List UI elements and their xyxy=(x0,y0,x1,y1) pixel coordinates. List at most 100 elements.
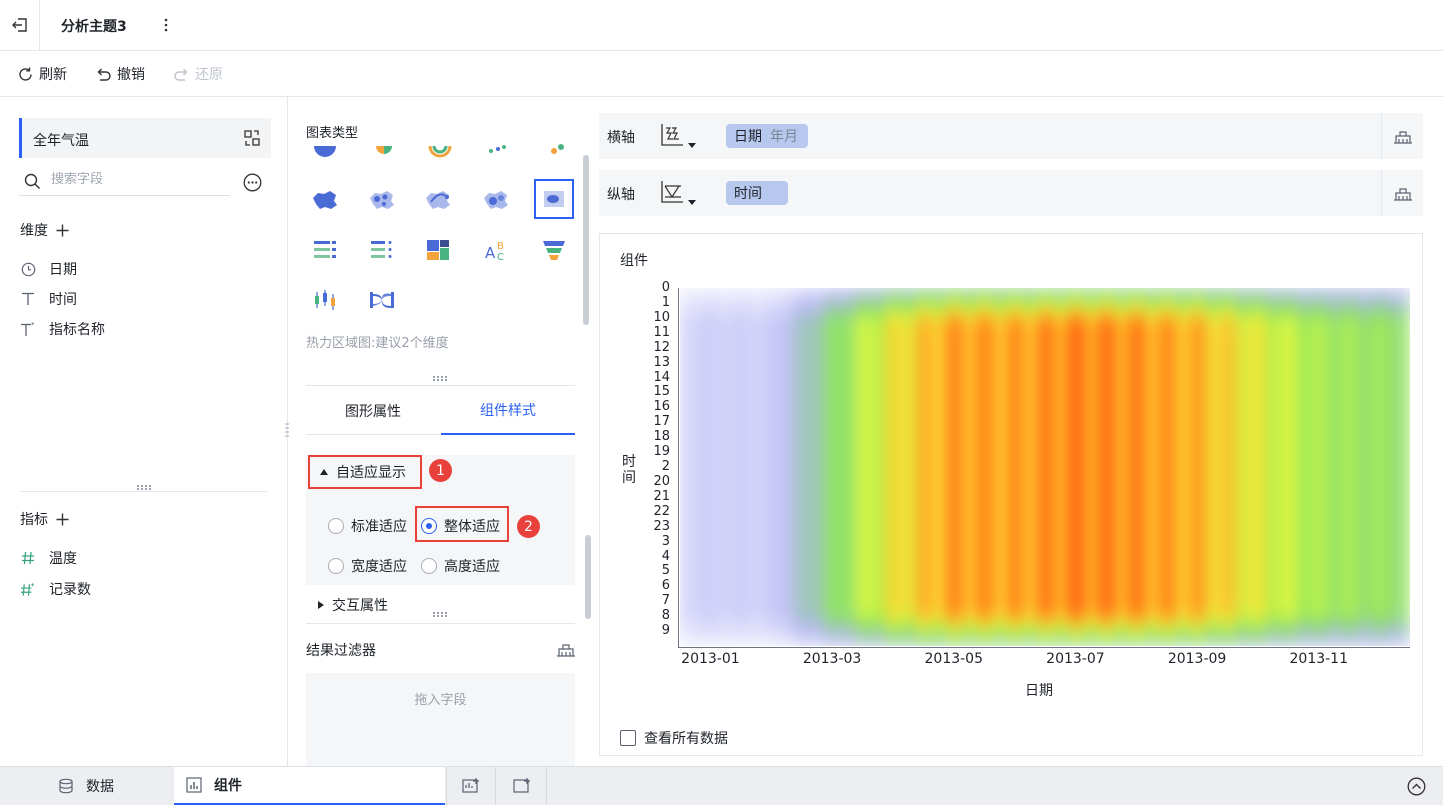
undo-button[interactable]: 撤销 xyxy=(95,65,145,83)
switch-dataset-icon[interactable] xyxy=(243,129,261,147)
redo-button[interactable]: 还原 xyxy=(173,65,223,83)
flow-map-icon[interactable] xyxy=(418,180,458,220)
collapse-button[interactable] xyxy=(1407,777,1426,796)
callout-badge: 2 xyxy=(517,515,540,538)
treemap-icon[interactable] xyxy=(418,230,458,270)
field-label: 指标名称 xyxy=(49,322,105,338)
y-axis-label: 时间 xyxy=(622,454,636,486)
heat-map-icon[interactable] xyxy=(476,180,516,220)
heatmap-plot-area[interactable] xyxy=(680,288,1410,646)
add-dimension-icon[interactable] xyxy=(56,224,69,237)
y-axis-shelf-label: 纵轴 xyxy=(607,187,635,203)
point-map-icon[interactable] xyxy=(362,180,402,220)
bubble-chart-icon[interactable] xyxy=(538,141,578,161)
y-axis-field-pill[interactable]: 时间 xyxy=(726,181,788,205)
tab-shape-properties[interactable]: 图形属性 xyxy=(306,386,440,435)
interaction-section-toggle[interactable]: 交互属性 xyxy=(318,595,388,615)
filter-settings-icon[interactable] xyxy=(556,640,576,658)
group-table-icon[interactable] xyxy=(362,230,402,270)
tab-data[interactable]: 数据 xyxy=(58,767,173,805)
x-axis-chart-switch[interactable] xyxy=(659,122,696,148)
x-tick-label: 2013-05 xyxy=(924,651,984,667)
filter-drop-zone[interactable]: 拖入字段 xyxy=(306,673,575,766)
radio-height-fit[interactable]: 高度适应 xyxy=(421,556,500,576)
dimension-field-date[interactable]: 日期 xyxy=(20,259,77,279)
field-label: 日期 xyxy=(49,262,77,278)
callout-badge: 1 xyxy=(429,459,452,482)
y-tick-label: 13 xyxy=(653,354,670,370)
drop-hint: 拖入字段 xyxy=(414,693,467,708)
add-measure-icon[interactable] xyxy=(56,513,69,526)
x-axis-settings[interactable] xyxy=(1381,113,1423,159)
x-axis-shelf-label: 横轴 xyxy=(607,130,635,146)
caret-down-icon xyxy=(320,469,328,475)
autofit-section-toggle[interactable]: 自适应显示 xyxy=(308,455,422,489)
style-scrollbar[interactable] xyxy=(585,535,591,619)
multi-pie-chart-icon[interactable] xyxy=(420,141,460,161)
chart-card: 组件 0 1 10 11 12 13 14 15 16 17 18 19 2 20 21 22 23 3 4 5 6 7 8… xyxy=(599,233,1423,756)
radio-icon xyxy=(328,558,344,574)
resize-handle[interactable] xyxy=(433,376,447,382)
dimension-field-time[interactable]: 时间 xyxy=(20,289,77,309)
axis-settings-icon xyxy=(1393,188,1412,201)
more-circle-icon[interactable] xyxy=(243,173,262,192)
radio-icon xyxy=(328,518,344,534)
x-tick-label: 2013-11 xyxy=(1289,651,1349,667)
add-dashboard-button[interactable] xyxy=(446,767,496,805)
caret-down-icon xyxy=(688,200,696,205)
radio-label: 宽度适应 xyxy=(351,559,407,575)
word-cloud-icon[interactable]: ABC xyxy=(476,230,516,270)
chart-type-title: 图表类型 xyxy=(306,126,359,141)
tab-component[interactable]: 组件 xyxy=(174,767,445,805)
heat-area-chart-icon[interactable] xyxy=(534,179,574,219)
pie-chart-icon[interactable] xyxy=(305,141,345,161)
measure-field-temperature[interactable]: 温度 xyxy=(20,548,77,568)
y-tick-label: 5 xyxy=(661,563,670,579)
y-axis-settings[interactable] xyxy=(1381,170,1423,216)
search-icon xyxy=(24,173,40,189)
dimensions-header: 维度 xyxy=(20,220,69,240)
resize-handle[interactable] xyxy=(433,612,447,618)
y-tick-label: 7 xyxy=(661,593,670,609)
detail-table-icon[interactable] xyxy=(305,230,345,270)
x-axis-field-pill[interactable]: 日期 年月 xyxy=(726,124,808,148)
search-input[interactable] xyxy=(51,172,221,187)
number-field-calc-icon: * xyxy=(20,581,36,597)
add-component-button[interactable] xyxy=(497,767,547,805)
add-component-icon xyxy=(512,778,530,793)
highlight-box xyxy=(415,506,509,542)
x-tick-label: 2013-07 xyxy=(1046,651,1105,667)
chart-config-panel: 图表类型 ABC 热力区域图:建议2个维度 图形属性 组件样式 自适应显示 1 … xyxy=(288,97,599,766)
y-axis-chart-switch[interactable] xyxy=(659,179,696,205)
more-options-button[interactable] xyxy=(158,15,174,35)
number-field-icon xyxy=(20,550,36,566)
tab-component-style[interactable]: 组件样式 xyxy=(441,386,575,435)
funnel-chart-icon[interactable] xyxy=(534,230,574,270)
y-tick-label: 8 xyxy=(661,608,670,624)
measure-field-record-count[interactable]: * 记录数 xyxy=(20,579,91,599)
refresh-label: 刷新 xyxy=(39,67,67,83)
dataset-selector[interactable]: 全年气温 xyxy=(19,118,271,158)
x-axis-shelf: 横轴 日期 年月 xyxy=(599,113,1423,159)
field-label: 记录数 xyxy=(49,582,91,598)
refresh-button[interactable]: 刷新 xyxy=(17,65,67,83)
scatter-chart-icon[interactable] xyxy=(478,141,518,161)
radio-width-fit[interactable]: 宽度适应 xyxy=(328,556,407,576)
region-map-icon[interactable] xyxy=(305,180,345,220)
dimension-field-metric-name[interactable]: * 指标名称 xyxy=(20,319,105,339)
radio-standard-fit[interactable]: 标准适应 xyxy=(328,516,407,536)
svg-text:*: * xyxy=(31,321,35,329)
show-all-label: 查看所有数据 xyxy=(644,731,728,747)
chart-type-scrollbar[interactable] xyxy=(583,155,589,325)
y-tick-label: 4 xyxy=(661,548,670,564)
rose-chart-icon[interactable] xyxy=(364,141,404,161)
y-tick-label: 14 xyxy=(653,369,670,385)
show-all-data-checkbox[interactable]: 查看所有数据 xyxy=(620,728,728,748)
exit-button[interactable] xyxy=(0,0,40,50)
y-tick-label: 20 xyxy=(653,473,670,489)
caret-right-icon xyxy=(318,601,324,609)
y-tick-label: 18 xyxy=(653,429,670,445)
candlestick-chart-icon[interactable] xyxy=(305,280,345,320)
sankey-chart-icon[interactable] xyxy=(362,280,402,320)
clock-icon xyxy=(20,261,36,277)
